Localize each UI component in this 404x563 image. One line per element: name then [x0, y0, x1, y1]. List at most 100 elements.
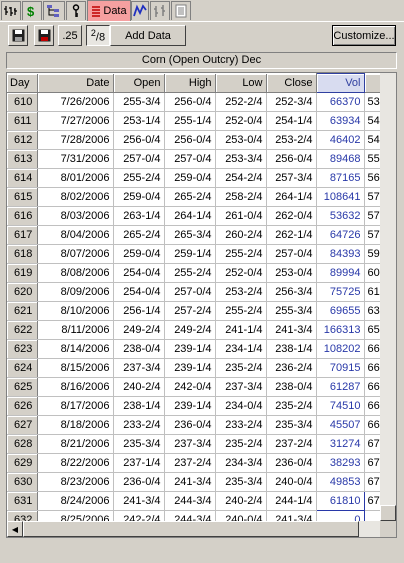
tab-bars[interactable]: [150, 1, 170, 20]
cell-close[interactable]: 235-2/4: [266, 396, 317, 416]
cell-close[interactable]: 256-0/4: [266, 149, 317, 169]
cell-low[interactable]: 253-0/4: [215, 130, 267, 150]
cell-open[interactable]: 256-0/4: [113, 130, 165, 150]
data-grid[interactable]: Day Date Open High Low Close Vol 610 7/26…: [6, 72, 397, 538]
column-header-close[interactable]: Close: [266, 73, 317, 93]
table-row[interactable]: 626 8/17/2006 238-1/4 239-1/4 234-0/4 235-2/4…: [7, 396, 395, 416]
table-row[interactable]: 612 7/28/2006 256-0/4 256-0/4 253-0/4 253-2/4…: [7, 130, 395, 150]
cell-low[interactable]: 234-3/4: [215, 453, 267, 473]
table-row[interactable]: 619 8/08/2006 254-0/4 255-2/4 252-0/4 253-0/4…: [7, 263, 395, 283]
cell-open[interactable]: 249-2/4: [113, 320, 165, 340]
cell-date[interactable]: 8/16/2006: [37, 377, 114, 397]
save-button[interactable]: [8, 25, 28, 46]
cell-high[interactable]: 264-1/4: [164, 206, 216, 226]
cell-open[interactable]: 237-1/4: [113, 453, 165, 473]
cell-low[interactable]: 235-2/4: [215, 358, 267, 378]
table-row[interactable]: 624 8/15/2006 237-3/4 239-1/4 235-2/4 236-2/4…: [7, 358, 395, 378]
table-row[interactable]: 621 8/10/2006 256-1/4 257-2/4 255-2/4 255-3/4…: [7, 301, 395, 321]
cell-low[interactable]: 255-2/4: [215, 301, 267, 321]
cell-day[interactable]: 627: [7, 415, 38, 435]
cell-high[interactable]: 239-1/4: [164, 396, 216, 416]
table-row[interactable]: 627 8/18/2006 233-2/4 236-0/4 233-2/4 235-3/4…: [7, 415, 395, 435]
cell-low[interactable]: 252-0/4: [215, 111, 267, 131]
cell-day[interactable]: 631: [7, 491, 38, 511]
table-row[interactable]: 617 8/04/2006 265-2/4 265-3/4 260-2/4 262-1/4…: [7, 225, 395, 245]
cell-day[interactable]: 610: [7, 92, 38, 112]
table-row[interactable]: 610 7/26/2006 255-3/4 256-0/4 252-2/4 252-3/4…: [7, 92, 395, 112]
table-row[interactable]: 611 7/27/2006 253-1/4 255-1/4 252-0/4 254-1/4…: [7, 111, 395, 131]
cell-vol[interactable]: 61810: [315, 491, 365, 511]
cell-open[interactable]: 238-1/4: [113, 396, 165, 416]
fraction-format-button[interactable]: 2/8: [86, 25, 110, 46]
cell-vol[interactable]: 66370: [316, 92, 365, 112]
cell-close[interactable]: 257-3/4: [266, 168, 317, 188]
cell-vol[interactable]: 70915: [316, 358, 365, 378]
cell-high[interactable]: 265-2/4: [164, 187, 216, 207]
horizontal-scrollbar[interactable]: ◀ ▶: [7, 521, 396, 537]
cell-day[interactable]: 617: [7, 225, 38, 245]
cell-date[interactable]: 8/14/2006: [37, 339, 114, 359]
cell-close[interactable]: 244-1/4: [266, 491, 317, 511]
cell-open[interactable]: 253-1/4: [113, 111, 165, 131]
table-row[interactable]: 620 8/09/2006 254-0/4 257-0/4 253-2/4 256-3/4…: [7, 282, 395, 302]
cell-open[interactable]: 259-0/4: [113, 244, 165, 264]
cell-close[interactable]: 256-3/4: [266, 282, 317, 302]
cell-low[interactable]: 252-2/4: [215, 92, 267, 112]
cell-day[interactable]: 615: [7, 187, 38, 207]
cell-high[interactable]: 259-0/4: [164, 168, 216, 188]
cell-close[interactable]: 238-0/4: [266, 377, 317, 397]
tab-tree[interactable]: [43, 1, 65, 20]
column-header-open[interactable]: Open: [113, 73, 165, 93]
cell-close[interactable]: 257-0/4: [266, 244, 317, 264]
cell-open[interactable]: 240-2/4: [113, 377, 165, 397]
cell-date[interactable]: 8/24/2006: [37, 491, 114, 511]
table-row[interactable]: 628 8/21/2006 235-3/4 237-3/4 235-2/4 237-2/4…: [7, 434, 395, 454]
table-row[interactable]: 622 8/11/2006 249-2/4 249-2/4 241-1/4 241-3/4…: [7, 320, 395, 340]
tab-data[interactable]: Data: [87, 0, 131, 21]
tab-indicators[interactable]: [1, 1, 21, 20]
cell-vol[interactable]: 108641: [316, 187, 365, 207]
cell-date[interactable]: 8/07/2006: [37, 244, 114, 264]
cell-low[interactable]: 255-2/4: [215, 244, 267, 264]
cell-day[interactable]: 622: [7, 320, 38, 340]
cell-vol[interactable]: 89468: [316, 149, 365, 169]
cell-day[interactable]: 625: [7, 377, 38, 397]
tab-key[interactable]: [66, 1, 86, 20]
cell-day[interactable]: 619: [7, 263, 38, 283]
cell-date[interactable]: 8/08/2006: [37, 263, 114, 283]
cell-high[interactable]: 239-1/4: [164, 339, 216, 359]
cell-low[interactable]: 252-0/4: [215, 263, 267, 283]
cell-date[interactable]: 7/26/2006: [37, 92, 114, 112]
cell-date[interactable]: 8/09/2006: [37, 282, 114, 302]
cell-low[interactable]: 235-2/4: [215, 434, 267, 454]
cell-date[interactable]: 8/22/2006: [37, 453, 114, 473]
cell-low[interactable]: 235-3/4: [215, 472, 267, 492]
table-row[interactable]: 616 8/03/2006 263-1/4 264-1/4 261-0/4 262-0/4…: [7, 206, 395, 226]
cell-date[interactable]: 8/17/2006: [37, 396, 114, 416]
cell-vol[interactable]: 89994: [316, 263, 365, 283]
cell-open[interactable]: 263-1/4: [113, 206, 165, 226]
tab-notes[interactable]: [171, 1, 191, 20]
cell-open[interactable]: 236-0/4: [113, 472, 165, 492]
cell-high[interactable]: 237-2/4: [164, 453, 216, 473]
cell-open[interactable]: 259-0/4: [113, 187, 165, 207]
cell-close[interactable]: 241-3/4: [266, 320, 317, 340]
cell-high[interactable]: 255-1/4: [164, 111, 216, 131]
cell-open[interactable]: 256-1/4: [113, 301, 165, 321]
cell-date[interactable]: 8/03/2006: [37, 206, 114, 226]
cell-date[interactable]: 8/04/2006: [37, 225, 114, 245]
cell-close[interactable]: 262-0/4: [266, 206, 317, 226]
cell-open[interactable]: 241-3/4: [113, 491, 165, 511]
cell-open[interactable]: 235-3/4: [113, 434, 165, 454]
cell-day[interactable]: 614: [7, 168, 38, 188]
cell-open[interactable]: 257-0/4: [113, 149, 165, 169]
cell-date[interactable]: 8/21/2006: [37, 434, 114, 454]
cell-low[interactable]: 233-2/4: [215, 415, 267, 435]
cell-day[interactable]: 611: [7, 111, 38, 131]
cell-high[interactable]: 249-2/4: [164, 320, 216, 340]
cell-high[interactable]: 259-1/4: [164, 244, 216, 264]
cell-day[interactable]: 620: [7, 282, 38, 302]
cell-date[interactable]: 7/28/2006: [37, 130, 114, 150]
cell-vol[interactable]: 75725: [316, 282, 365, 302]
cell-date[interactable]: 8/11/2006: [37, 320, 114, 340]
